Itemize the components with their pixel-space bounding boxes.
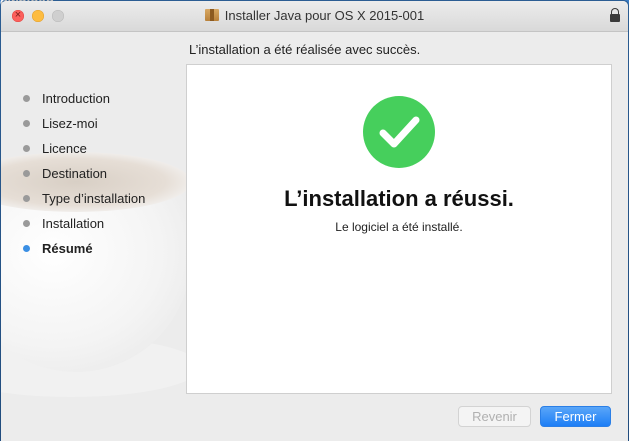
step-bullet — [23, 145, 30, 152]
lock-icon[interactable] — [610, 8, 620, 22]
window-title: Installer Java pour OS X 2015-001 — [1, 8, 628, 23]
step-bullet — [23, 220, 30, 227]
step-label: Type d’installation — [42, 191, 146, 206]
step-item-resume: Résumé — [23, 236, 145, 261]
close-button[interactable]: Fermer — [540, 406, 611, 427]
success-headline: L’installation a réussi. — [284, 186, 514, 211]
step-label: Introduction — [42, 91, 110, 106]
step-bullet — [23, 95, 30, 102]
step-bullet — [23, 120, 30, 127]
step-label: Résumé — [42, 241, 93, 256]
window-title-text: Installer Java pour OS X 2015-001 — [224, 8, 425, 23]
installer-content: L’installation a été réalisée avec succè… — [1, 32, 628, 441]
back-button[interactable]: Revenir — [458, 406, 531, 427]
success-message: Le logiciel a été installé. — [335, 220, 463, 234]
step-bullet-active — [23, 245, 30, 252]
step-item-installation: Installation — [23, 211, 145, 236]
step-label: Lisez-moi — [42, 116, 98, 131]
step-label: Licence — [42, 141, 87, 156]
step-bullet — [23, 195, 30, 202]
step-label: Installation — [42, 216, 105, 231]
title-bar[interactable]: Installer Java pour OS X 2015-001 — [1, 1, 628, 32]
step-subtitle: L’installation a été réalisée avec succè… — [189, 42, 421, 57]
step-bullet — [23, 170, 30, 177]
installer-steps-list: Introduction Lisez-moi Licence Destinati… — [23, 86, 145, 261]
checkmark-icon — [363, 96, 435, 168]
installer-window: Installer Java pour OS X 2015-001 L’inst… — [1, 1, 628, 441]
summary-panel: L’installation a réussi. Le logiciel a é… — [186, 64, 612, 394]
step-label: Destination — [42, 166, 108, 181]
step-item-destination: Destination — [23, 161, 145, 186]
step-item-type-installation: Type d’installation — [23, 186, 145, 211]
step-item-licence: Licence — [23, 136, 145, 161]
step-item-introduction: Introduction — [23, 86, 145, 111]
step-item-lisez-moi: Lisez-moi — [23, 111, 145, 136]
package-icon — [204, 9, 219, 21]
